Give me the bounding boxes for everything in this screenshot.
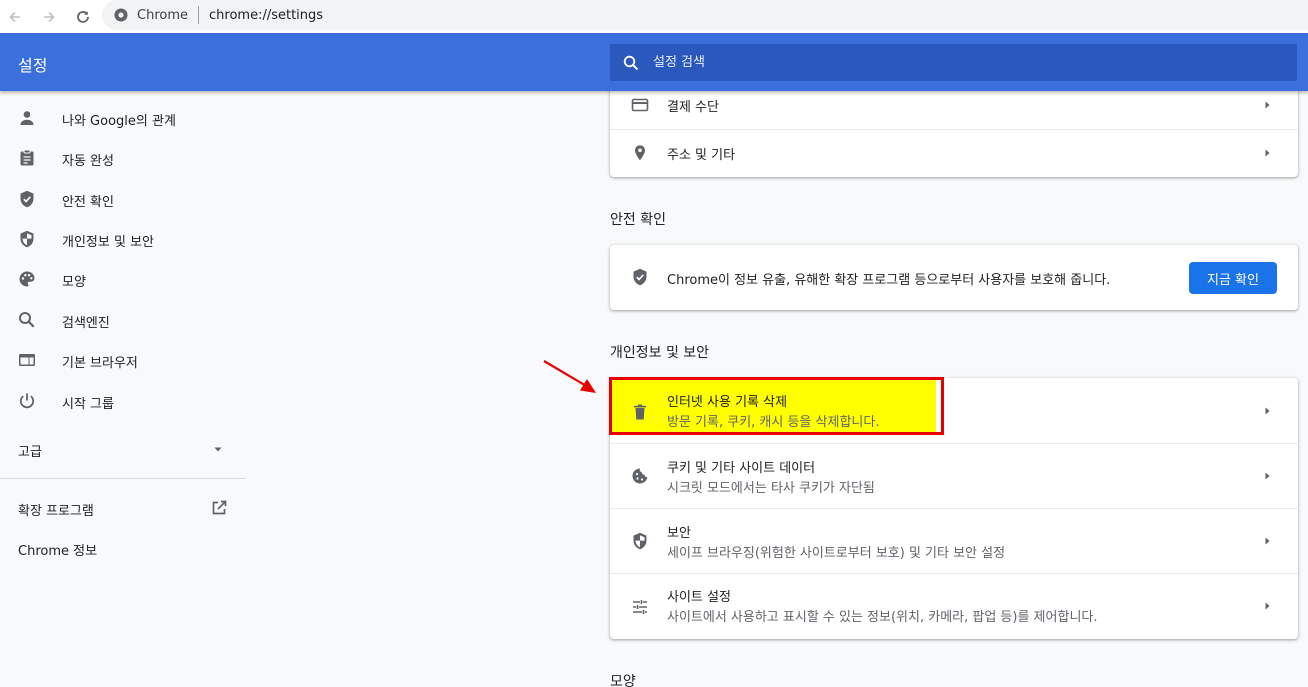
cookies-row[interactable]: 쿠키 및 기타 사이트 데이터 시크릿 모드에서는 타사 쿠키가 자단됨 [610,443,1298,508]
autofill-card: 결제 수단 주소 및 기타 [610,81,1298,177]
search-input[interactable] [653,55,1253,70]
annotation-arrow-icon [543,360,596,393]
reload-icon[interactable] [68,2,98,32]
shield-half-icon [633,532,647,550]
shield-check-icon [20,190,34,208]
sidebar-item-privacy[interactable]: 개인정보 및 보안 [0,219,246,259]
sidebar-item-label: 기본 브라우저 [62,356,138,371]
cookie-icon [632,468,648,484]
location-pin-icon [635,145,645,161]
safety-check-description: Chrome이 정보 유출, 유해한 확장 프로그램 등으로부터 사용자를 보호… [667,273,1111,288]
address-separator [198,6,199,24]
browser-toolbar: Chrome chrome://settings [0,0,1308,33]
sidebar-item-extensions[interactable]: 확장 프로그램 [0,488,246,528]
addresses-row[interactable]: 주소 및 기타 [610,129,1298,177]
sidebar-item-about-chrome[interactable]: Chrome 정보 [0,528,246,568]
clipboard-icon [20,149,34,166]
check-now-button[interactable]: 지금 확인 [1189,262,1277,294]
arrow-right-icon [1265,602,1270,610]
row-subtitle: 시크릿 모드에서는 타사 쿠키가 자단됨 [667,481,875,496]
palette-icon [19,271,35,287]
credit-card-icon [631,98,649,112]
sidebar-item-label: 시작 그룹 [62,397,114,412]
row-subtitle: 세이프 브라우징(위험한 사이트로부터 보호) 및 기타 보안 설정 [667,546,1006,561]
site-settings-row[interactable]: 사이트 설정 사이트에서 사용하고 표시할 수 있는 정보(위치, 카메라, 팝… [610,573,1298,639]
sliders-icon [633,600,647,614]
sidebar-item-label: 모양 [62,275,86,290]
power-icon [19,393,35,409]
row-title: 결제 수단 [667,100,719,115]
page-title: 설정 [18,56,48,75]
caret-down-icon [214,447,222,452]
person-icon [20,111,34,125]
search-icon [623,55,639,70]
address-url: chrome://settings [209,7,324,23]
sidebar-divider [0,478,246,479]
back-icon[interactable] [0,2,30,32]
sidebar-about-label: Chrome 정보 [18,544,98,559]
forward-icon[interactable] [34,2,64,32]
sidebar-item-on-startup[interactable]: 시작 그룹 [0,381,246,421]
privacy-heading: 개인정보 및 보안 [610,345,710,361]
annotation-highlight-box [609,377,944,435]
sidebar-item-you-and-google[interactable]: 나와 Google의 관계 [0,98,246,138]
arrow-right-icon [1265,101,1270,109]
row-title: 보안 [667,526,691,541]
sidebar-item-autofill[interactable]: 자동 완성 [0,138,246,178]
sidebar-item-label: 검색엔진 [62,316,110,331]
sidebar-advanced-toggle[interactable]: 고급 [0,429,246,469]
arrow-right-icon [1265,472,1270,480]
appearance-heading: 모양 [610,674,636,687]
browser-window-icon [19,354,35,366]
arrow-right-icon [1265,537,1270,545]
sidebar-item-default-browser[interactable]: 기본 브라우저 [0,340,246,380]
settings-header: 설정 [0,33,1308,91]
arrow-right-icon [1265,407,1270,415]
sidebar: 나와 Google의 관계 자동 완성 안전 확인 개인정보 및 보안 모양 검… [0,91,246,687]
chrome-settings-page: Chrome chrome://settings 설정 나와 Google의 관… [0,0,1308,687]
open-in-new-icon [212,500,227,515]
row-title: 주소 및 기타 [667,148,736,163]
address-origin: Chrome [137,7,188,23]
sidebar-item-label: 자동 완성 [62,154,114,169]
sidebar-item-safety-check[interactable]: 안전 확인 [0,179,246,219]
sidebar-advanced-label: 고급 [18,445,42,460]
search-icon [19,312,35,328]
sidebar-item-label: 개인정보 및 보안 [62,235,154,250]
sidebar-item-appearance[interactable]: 모양 [0,259,246,299]
arrow-right-icon [1265,149,1270,157]
sidebar-item-search-engine[interactable]: 검색엔진 [0,300,246,340]
address-bar[interactable]: Chrome chrome://settings [102,0,1308,30]
row-subtitle: 사이트에서 사용하고 표시할 수 있는 정보(위치, 카메라, 팝업 등)를 제… [667,610,1098,625]
shield-check-icon [633,268,647,286]
sidebar-item-label: 안전 확인 [62,195,114,210]
settings-search[interactable] [610,44,1297,81]
shield-half-icon [20,230,34,248]
security-row[interactable]: 보안 세이프 브라우징(위험한 사이트로부터 보호) 및 기타 보안 설정 [610,508,1298,573]
sidebar-extensions-label: 확장 프로그램 [18,504,94,519]
safety-check-heading: 안전 확인 [610,212,666,228]
chrome-icon [114,8,128,22]
row-title: 쿠키 및 기타 사이트 데이터 [667,461,816,476]
row-title: 사이트 설정 [667,590,731,605]
safety-check-card: Chrome이 정보 유출, 유해한 확장 프로그램 등으로부터 사용자를 보호… [610,245,1298,310]
sidebar-item-label: 나와 Google의 관계 [62,114,176,129]
